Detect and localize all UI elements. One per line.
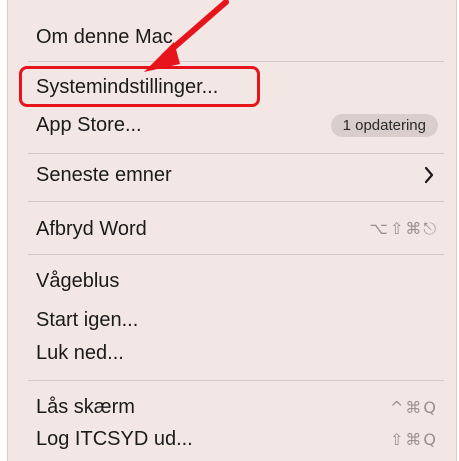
red-arrow-icon	[144, 0, 229, 72]
menu-item-sleep[interactable]: Vågeblus	[36, 266, 438, 296]
keyboard-shortcut: ⇧⌘Q	[390, 429, 438, 449]
menu-item-label: Afbryd Word	[36, 217, 147, 240]
menu-item-label: Seneste emner	[36, 163, 172, 186]
keyboard-shortcut: ^⌘Q	[390, 397, 438, 417]
menu-item-label: Luk ned...	[36, 341, 124, 364]
menu-item-lock-screen[interactable]: Lås skærm ^⌘Q	[36, 392, 438, 422]
menu-item-recent-items[interactable]: Seneste emner	[36, 160, 438, 190]
menu-separator	[28, 254, 444, 255]
screenshot: Om denne Mac Systemindstillinger... App …	[0, 0, 459, 461]
menu-separator	[28, 201, 444, 202]
menu-item-app-store[interactable]: App Store... 1 opdatering	[36, 110, 438, 140]
menu-item-label: Lås skærm	[36, 395, 135, 418]
menu-item-label: Start igen...	[36, 308, 139, 331]
menu-item-log-out[interactable]: Log ITCSYD ud... ⇧⌘Q	[36, 424, 438, 454]
menu-item-label: Vågeblus	[36, 269, 120, 292]
keyboard-shortcut: ⌥⇧⌘⎋	[369, 219, 438, 238]
menu-separator	[28, 380, 444, 381]
menu-item-shut-down[interactable]: Luk ned...	[36, 338, 438, 368]
menu-item-label: Log ITCSYD ud...	[36, 427, 193, 450]
chevron-right-icon	[424, 166, 434, 184]
menu-separator	[28, 153, 444, 154]
menu-item-label: App Store...	[36, 113, 142, 136]
menu-item-quit-word[interactable]: Afbryd Word ⌥⇧⌘⎋	[36, 214, 438, 244]
update-badge: 1 opdatering	[330, 113, 438, 137]
menu-item-restart[interactable]: Start igen...	[36, 305, 438, 335]
